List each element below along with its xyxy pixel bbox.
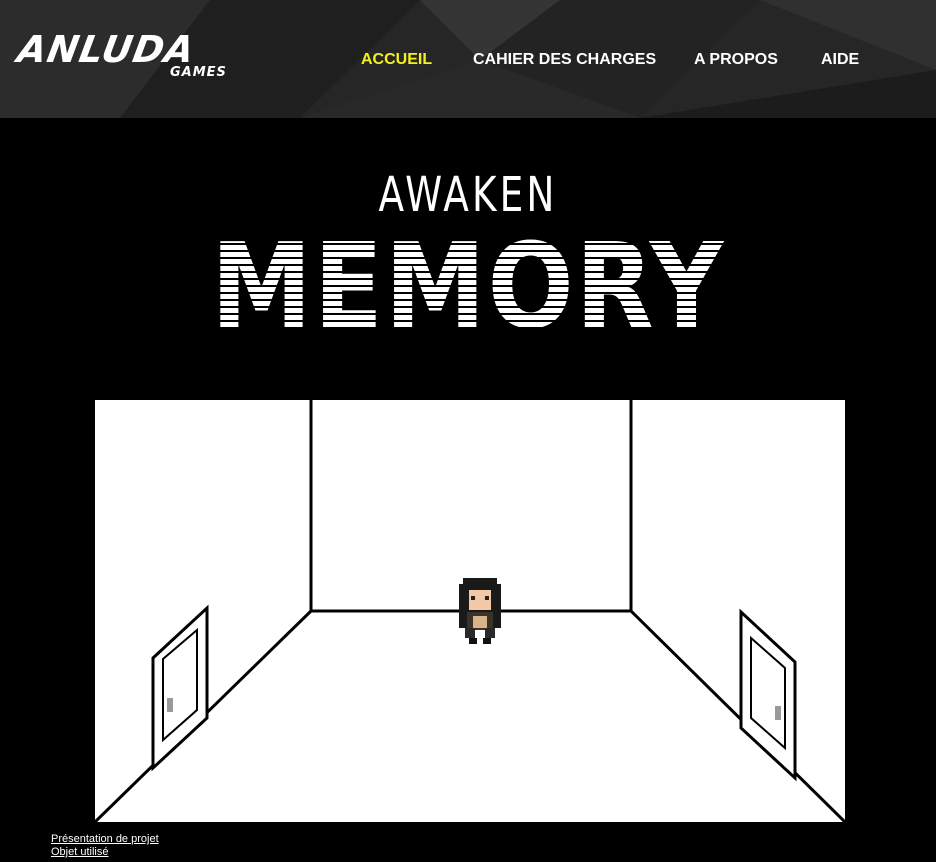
footer-links: Présentation de projet Objet utilisé	[51, 833, 159, 859]
nav-item-cahier-des-charges[interactable]: CAHIER DES CHARGES	[473, 50, 656, 70]
right-door-icon	[739, 608, 797, 782]
footer-link-presentation[interactable]: Présentation de projet	[51, 833, 159, 846]
nav-item-a-propos[interactable]: A PROPOS	[694, 50, 778, 70]
site-logo[interactable]: ANLUDA GAMES	[14, 28, 268, 86]
nav-item-accueil[interactable]: ACCUEIL	[361, 50, 432, 70]
logo-subtext: GAMES	[170, 65, 227, 80]
left-door-icon	[151, 604, 209, 772]
character-sprite-icon	[459, 578, 501, 644]
title-memory: MEMORY	[66, 227, 871, 345]
title-awaken: AWAKEN	[378, 167, 558, 223]
game-title: AWAKEN MEMORY	[0, 165, 936, 345]
nav-item-aide[interactable]: AIDE	[821, 50, 859, 70]
room-scene	[95, 400, 845, 822]
logo-text: ANLUDA	[14, 28, 199, 71]
game-screenshot	[95, 400, 845, 822]
site-header: ANLUDA GAMES ACCUEIL CAHIER DES CHARGES …	[0, 0, 936, 118]
footer-link-objet-utilise[interactable]: Objet utilisé	[51, 846, 159, 859]
